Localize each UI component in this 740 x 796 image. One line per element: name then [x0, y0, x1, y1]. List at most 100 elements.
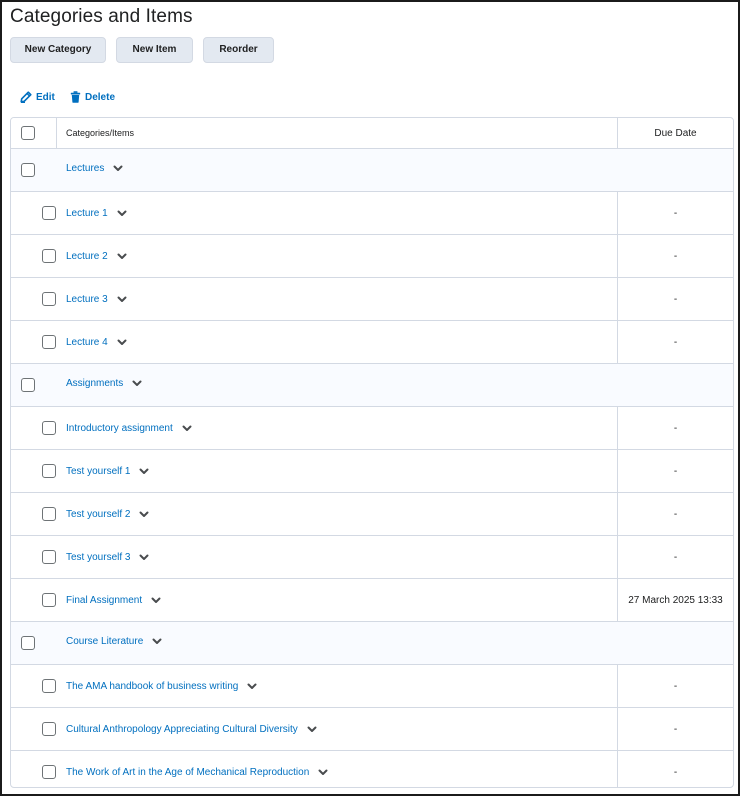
item-name-link[interactable]: Test yourself 1 [66, 450, 149, 492]
due-date-cell: - [617, 493, 733, 535]
due-date-cell: - [617, 407, 733, 449]
item-name-link[interactable]: Final Assignment [66, 579, 161, 621]
chevron-down-icon[interactable] [182, 425, 192, 432]
delete-button[interactable]: Delete [70, 89, 115, 105]
item-name-link[interactable]: Lecture 2 [66, 235, 127, 277]
row-label: Lecture 4 [66, 336, 108, 348]
page-frame: Categories and Items New Category New It… [0, 0, 740, 796]
chevron-down-icon[interactable] [318, 769, 328, 776]
item-name-link[interactable]: Cultural Anthropology Appreciating Cultu… [66, 708, 317, 750]
item-checkbox[interactable] [42, 206, 56, 220]
new-category-button[interactable]: New Category [10, 37, 106, 63]
item-checkbox[interactable] [42, 550, 56, 564]
due-date-cell: - [617, 536, 733, 578]
item-name-link[interactable]: The AMA handbook of business writing [66, 665, 257, 707]
item-checkbox[interactable] [42, 464, 56, 478]
table-row: Lecture 2 - [11, 235, 733, 278]
select-all-checkbox[interactable] [21, 126, 35, 140]
row-label: Test yourself 3 [66, 551, 131, 563]
row-label: Cultural Anthropology Appreciating Cultu… [66, 723, 298, 735]
table-row: Lecture 4 - [11, 321, 733, 364]
item-checkbox[interactable] [42, 421, 56, 435]
table-row: Lecture 1 - [11, 192, 733, 235]
chevron-down-icon[interactable] [117, 296, 127, 303]
item-name-link[interactable]: Test yourself 2 [66, 493, 149, 535]
item-checkbox[interactable] [42, 593, 56, 607]
item-checkbox[interactable] [42, 249, 56, 263]
due-date-cell: - [617, 665, 733, 707]
item-checkbox[interactable] [42, 722, 56, 736]
chevron-down-icon[interactable] [113, 165, 123, 172]
table-row: Test yourself 3 - [11, 536, 733, 579]
table-row: Lecture 3 - [11, 278, 733, 321]
edit-button[interactable]: Edit [20, 89, 55, 105]
due-date-cell: - [617, 708, 733, 750]
item-name-link[interactable]: Lecture 4 [66, 321, 127, 363]
item-checkbox[interactable] [42, 292, 56, 306]
chevron-down-icon[interactable] [307, 726, 317, 733]
item-checkbox[interactable] [42, 335, 56, 349]
table-row: The AMA handbook of business writing - [11, 665, 733, 708]
chevron-down-icon[interactable] [139, 554, 149, 561]
categories-items-table: Categories/Items Due Date Lectures Lectur… [10, 117, 734, 788]
edit-label: Edit [36, 91, 55, 103]
item-name-link[interactable]: Lecture 3 [66, 278, 127, 320]
table-row: Test yourself 1 - [11, 450, 733, 493]
row-label: The AMA handbook of business writing [66, 680, 239, 692]
category-checkbox[interactable] [21, 163, 35, 177]
row-label: Lecture 2 [66, 250, 108, 262]
chevron-down-icon[interactable] [117, 253, 127, 260]
table-row: Introductory assignment - [11, 407, 733, 450]
category-checkbox[interactable] [21, 378, 35, 392]
category-name-link[interactable]: Assignments [66, 362, 142, 404]
due-date-cell: - [617, 751, 733, 787]
table-row: Test yourself 2 - [11, 493, 733, 536]
row-label: Lecture 1 [66, 207, 108, 219]
row-label: The Work of Art in the Age of Mechanical… [66, 766, 310, 778]
row-label: Lecture 3 [66, 293, 108, 305]
item-name-link[interactable]: Introductory assignment [66, 407, 192, 449]
item-name-link[interactable]: The Work of Art in the Age of Mechanical… [66, 751, 328, 787]
item-checkbox[interactable] [42, 679, 56, 693]
column-header-due-date: Due Date [617, 118, 733, 148]
chevron-down-icon[interactable] [247, 683, 257, 690]
table-row: Final Assignment 27 March 2025 13:33 [11, 579, 733, 622]
page-title: Categories and Items [10, 6, 193, 27]
due-date-cell: 27 March 2025 13:33 [617, 579, 733, 621]
row-label: Lectures [66, 162, 105, 174]
new-item-button[interactable]: New Item [116, 37, 193, 63]
category-row: Lectures [11, 149, 733, 192]
category-name-link[interactable]: Course Literature [66, 620, 162, 662]
table-row: Cultural Anthropology Appreciating Cultu… [11, 708, 733, 751]
due-date-cell: - [617, 278, 733, 320]
item-name-link[interactable]: Lecture 1 [66, 192, 127, 234]
due-date-cell: - [617, 321, 733, 363]
row-label: Course Literature [66, 635, 144, 647]
reorder-button[interactable]: Reorder [203, 37, 274, 63]
item-checkbox[interactable] [42, 765, 56, 779]
item-checkbox[interactable] [42, 507, 56, 521]
chevron-down-icon[interactable] [139, 511, 149, 518]
chevron-down-icon[interactable] [139, 468, 149, 475]
due-date-cell: - [617, 235, 733, 277]
item-name-link[interactable]: Test yourself 3 [66, 536, 149, 578]
chevron-down-icon[interactable] [117, 339, 127, 346]
row-label: Introductory assignment [66, 422, 173, 434]
due-date-cell: - [617, 450, 733, 492]
row-label: Test yourself 1 [66, 465, 131, 477]
trash-icon [70, 91, 81, 103]
chevron-down-icon[interactable] [132, 380, 142, 387]
row-label: Assignments [66, 377, 124, 389]
row-label: Final Assignment [66, 594, 143, 606]
table-row: The Work of Art in the Age of Mechanical… [11, 751, 733, 787]
table-header-row: Categories/Items Due Date [11, 118, 733, 149]
due-date-cell: - [617, 192, 733, 234]
pencil-icon [20, 91, 32, 103]
chevron-down-icon[interactable] [117, 210, 127, 217]
column-header-name: Categories/Items [66, 128, 135, 138]
category-row: Assignments [11, 364, 733, 407]
chevron-down-icon[interactable] [152, 638, 162, 645]
category-checkbox[interactable] [21, 636, 35, 650]
chevron-down-icon[interactable] [151, 597, 161, 604]
category-name-link[interactable]: Lectures [66, 147, 123, 189]
